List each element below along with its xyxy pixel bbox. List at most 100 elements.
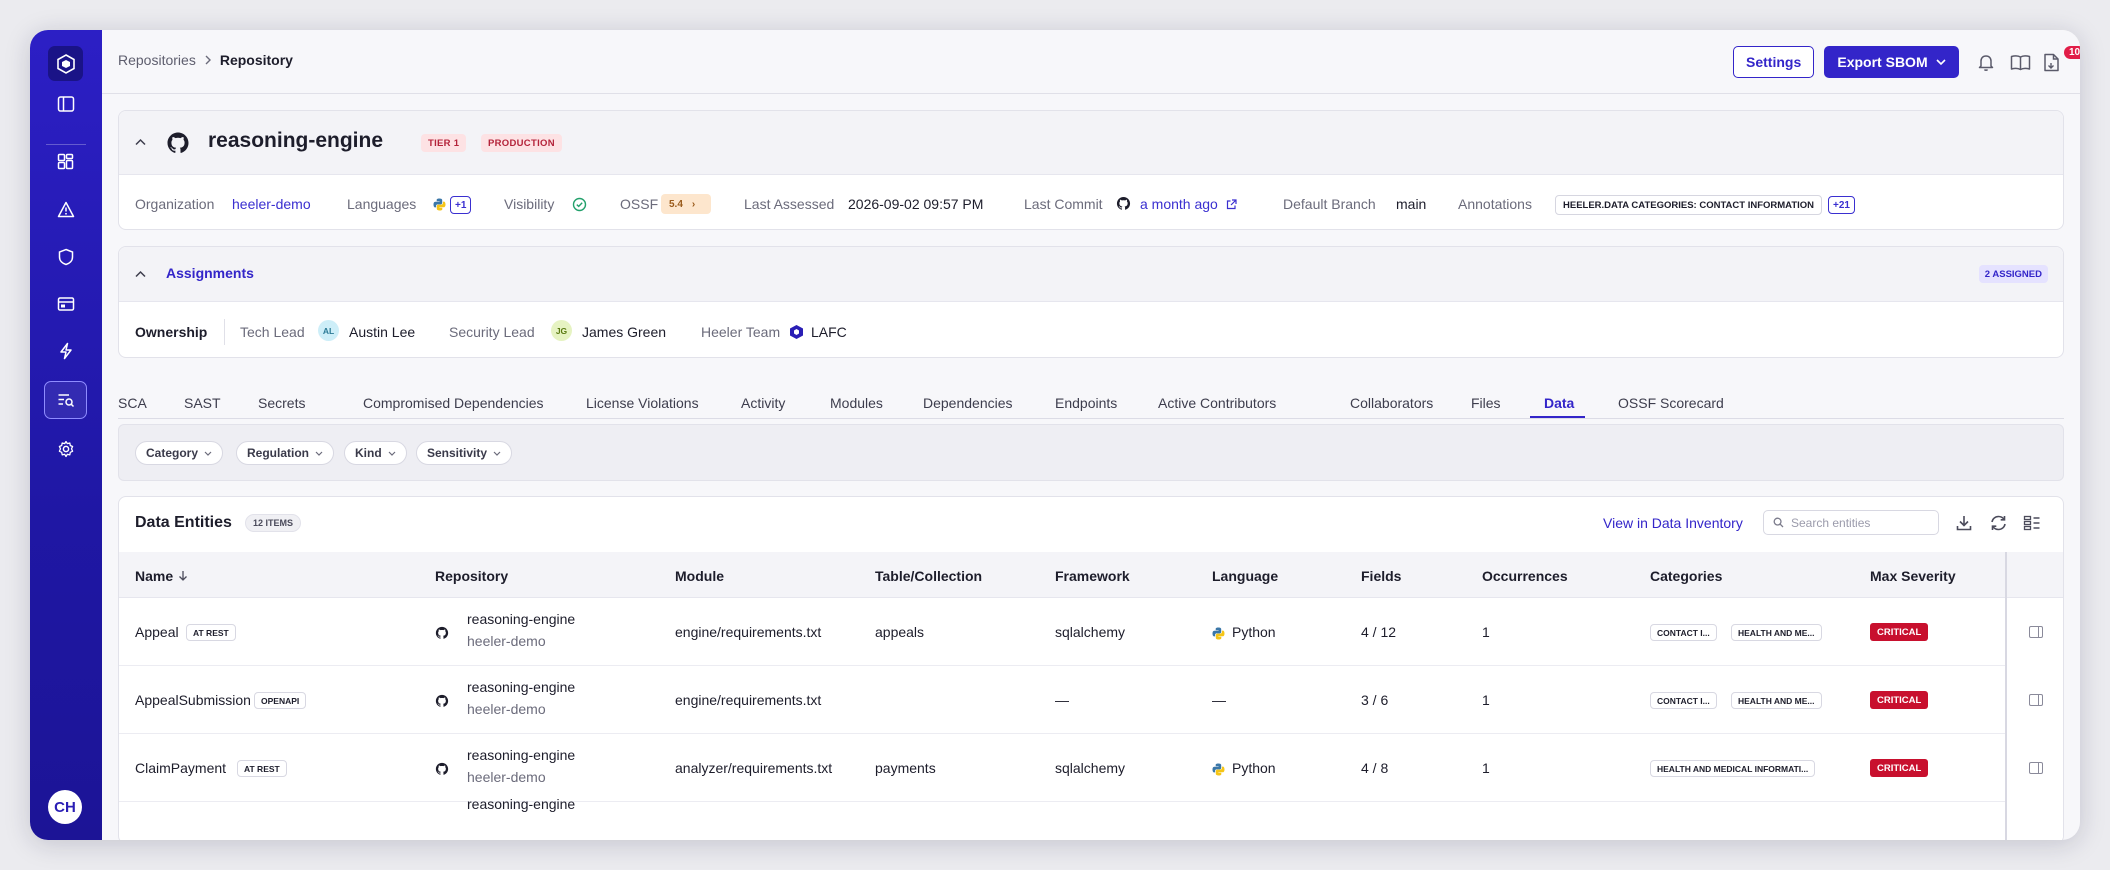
search-code-icon[interactable] — [44, 381, 87, 419]
view-in-data-inventory-link[interactable]: View in Data Inventory — [1603, 515, 1743, 531]
tab-data[interactable]: Data — [1544, 395, 1574, 411]
fields-count: 3 / 6 — [1361, 692, 1389, 708]
category-tag[interactable]: HEALTH AND MEDICAL INFORMATI... — [1650, 760, 1816, 777]
repository-metadata: Organization heeler-demo Languages +1 Vi… — [119, 177, 2063, 217]
alert-icon[interactable] — [44, 190, 87, 228]
default-branch-value: main — [1396, 196, 1427, 212]
tab-modules[interactable]: Modules — [830, 395, 883, 411]
logo-icon[interactable] — [48, 46, 83, 81]
tab-sast[interactable]: SAST — [184, 395, 221, 411]
column-framework[interactable]: Framework — [1055, 568, 1130, 584]
book-icon[interactable] — [2008, 50, 2032, 74]
tab-license-violations[interactable]: License Violations — [586, 395, 699, 411]
tab-files[interactable]: Files — [1471, 395, 1501, 411]
column-repository[interactable]: Repository — [435, 568, 508, 584]
table-row[interactable]: AppealSubmission OPENAPI reasoning-engin… — [119, 666, 2063, 734]
column-name-label: Name — [135, 568, 174, 584]
entity-name[interactable]: Appeal — [135, 624, 179, 640]
github-icon — [435, 694, 449, 707]
assignments-card: Assignments 2 ASSIGNED Ownership Tech Le… — [118, 246, 2064, 358]
tab-secrets[interactable]: Secrets — [258, 395, 305, 411]
tab-active-contributors[interactable]: Active Contributors — [1158, 395, 1276, 411]
filter-regulation[interactable]: Regulation — [236, 441, 334, 465]
panel-icon[interactable] — [2029, 694, 2043, 706]
category-tag[interactable]: CONTACT I... — [1650, 692, 1717, 709]
column-occurrences[interactable]: Occurrences — [1482, 568, 1568, 584]
collapse-chevron-icon[interactable] — [135, 270, 146, 278]
column-fields[interactable]: Fields — [1361, 568, 1401, 584]
entity-name[interactable]: ClaimPayment — [135, 760, 226, 776]
repository-link[interactable]: reasoning-engine — [467, 747, 575, 763]
refresh-icon[interactable] — [1987, 512, 2009, 534]
category-tag[interactable]: CONTACT I... — [1650, 624, 1717, 641]
column-language[interactable]: Language — [1212, 568, 1278, 584]
module-path: engine/requirements.txt — [675, 624, 822, 640]
filter-sensitivity[interactable]: Sensitivity — [416, 441, 513, 465]
export-sbom-button[interactable]: Export SBOM — [1824, 46, 1959, 78]
document-icon[interactable] — [2039, 50, 2063, 74]
breadcrumb-parent[interactable]: Repositories — [118, 52, 196, 68]
organization-link[interactable]: heeler-demo — [232, 196, 311, 212]
entity-name[interactable]: AppealSubmission — [135, 692, 251, 708]
tab-endpoints[interactable]: Endpoints — [1055, 395, 1117, 411]
column-module[interactable]: Module — [675, 568, 724, 584]
environment-tag: PRODUCTION — [481, 134, 562, 152]
search-entities-input[interactable] — [1791, 515, 1931, 530]
external-link-icon[interactable] — [1226, 199, 1237, 210]
collapse-chevron-icon[interactable] — [135, 138, 146, 146]
column-categories[interactable]: Categories — [1650, 568, 1722, 584]
filter-category[interactable]: Category — [135, 441, 224, 465]
table-row[interactable]: reasoning-engine — [119, 796, 2063, 840]
tab-sca[interactable]: SCA — [118, 395, 147, 411]
repository-link[interactable]: reasoning-engine — [467, 796, 575, 812]
table-row[interactable]: ClaimPayment AT REST reasoning-engine he… — [119, 734, 2063, 802]
languages-more-pill[interactable]: +1 — [450, 196, 472, 214]
bell-icon[interactable] — [1974, 50, 1998, 74]
column-max-severity[interactable]: Max Severity — [1870, 568, 1956, 584]
chevron-down-icon — [204, 451, 212, 456]
breadcrumb: Repositories Repository — [118, 52, 293, 68]
inventory-icon[interactable] — [44, 285, 87, 323]
dashboard-icon[interactable] — [44, 142, 87, 180]
sidebar-toggle-icon[interactable] — [44, 85, 87, 123]
chevron-down-icon — [315, 451, 323, 456]
ossf-score-badge[interactable]: 5.4 › — [661, 194, 711, 214]
tab-collaborators[interactable]: Collaborators — [1350, 395, 1433, 411]
assignments-header[interactable]: Assignments 2 ASSIGNED — [119, 247, 2063, 302]
gear-icon[interactable] — [44, 430, 87, 468]
download-icon[interactable] — [1953, 512, 1975, 534]
tab-dependencies[interactable]: Dependencies — [923, 395, 1013, 411]
settings-button[interactable]: Settings — [1733, 46, 1815, 78]
tab-compromised-dependencies[interactable]: Compromised Dependencies — [363, 395, 544, 411]
user-avatar[interactable]: CH — [48, 790, 82, 824]
search-entities-field[interactable] — [1763, 510, 1939, 535]
filter-kind[interactable]: Kind — [344, 441, 407, 465]
chevron-down-icon — [1936, 58, 1946, 65]
sort-arrow-icon[interactable] — [178, 570, 188, 582]
column-table-collection[interactable]: Table/Collection — [875, 568, 982, 584]
github-icon — [435, 762, 449, 775]
tab-activity[interactable]: Activity — [741, 395, 785, 411]
python-icon — [1212, 763, 1225, 776]
data-entities-card: Data Entities 12 ITEMS View in Data Inve… — [118, 496, 2064, 840]
annotations-label: Annotations — [1458, 196, 1532, 212]
category-tag[interactable]: HEALTH AND ME... — [1731, 692, 1822, 709]
columns-icon[interactable] — [2021, 512, 2043, 534]
ossf-label: OSSF — [620, 196, 659, 212]
bolt-icon[interactable] — [44, 332, 87, 370]
tab-ossf-scorecard[interactable]: OSSF Scorecard — [1618, 395, 1724, 411]
notification-count-badge: 10+ — [2064, 46, 2080, 59]
annotations-more-pill[interactable]: +21 — [1828, 196, 1855, 214]
annotation-pill[interactable]: HEELER.DATA CATEGORIES: CONTACT INFORMAT… — [1555, 195, 1823, 215]
shield-icon[interactable] — [44, 238, 87, 276]
panel-icon[interactable] — [2029, 626, 2043, 638]
table-row[interactable]: Appeal AT REST reasoning-engine heeler-d… — [119, 598, 2063, 666]
column-name[interactable]: Name — [135, 568, 188, 584]
repository-link[interactable]: reasoning-engine — [467, 611, 575, 627]
panel-icon[interactable] — [2029, 762, 2043, 774]
chevron-right-icon: › — [691, 198, 696, 210]
repository-link[interactable]: reasoning-engine — [467, 679, 575, 695]
filter-sensitivity-label: Sensitivity — [427, 446, 488, 460]
category-tag[interactable]: HEALTH AND ME... — [1731, 624, 1822, 641]
last-commit-link[interactable]: a month ago — [1140, 196, 1218, 212]
